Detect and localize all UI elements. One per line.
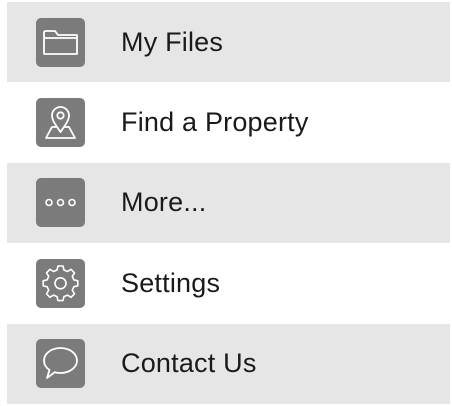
navigation-menu: My Files Find a Property More... Setting… <box>7 2 450 404</box>
menu-item-label: Find a Property <box>121 107 309 138</box>
menu-item-label: Contact Us <box>121 348 257 379</box>
menu-item-find-a-property[interactable]: Find a Property <box>7 82 450 163</box>
menu-item-settings[interactable]: Settings <box>7 243 450 324</box>
menu-item-more[interactable]: More... <box>7 162 450 244</box>
menu-item-my-files[interactable]: My Files <box>7 2 450 83</box>
folder-icon <box>36 17 85 67</box>
menu-item-label: More... <box>121 187 207 218</box>
menu-item-label: Settings <box>121 267 221 298</box>
menu-item-contact-us[interactable]: Contact Us <box>7 323 450 404</box>
map-location-icon <box>36 98 85 148</box>
gear-icon <box>36 258 85 308</box>
menu-item-label: My Files <box>121 26 224 57</box>
more-dots-icon <box>36 178 85 228</box>
speech-bubble-icon <box>36 339 85 389</box>
